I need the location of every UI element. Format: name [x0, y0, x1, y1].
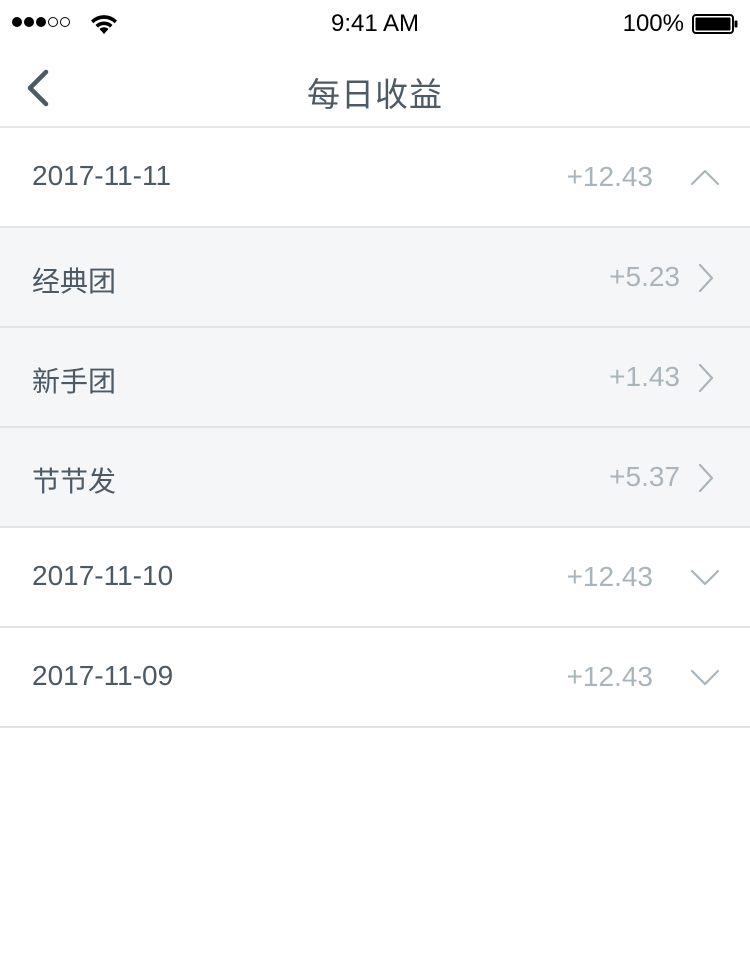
income-item-row[interactable]: 新手团 +1.43: [0, 328, 750, 428]
status-bar: 9:41 AM 100%: [0, 0, 750, 48]
item-amount: +5.37: [609, 461, 680, 492]
item-name: 新手团: [32, 366, 117, 397]
daily-amount: +12.43: [566, 561, 653, 592]
chevron-down-icon: [690, 669, 720, 686]
item-name: 经典团: [32, 266, 117, 297]
battery-percent: 100%: [622, 10, 684, 37]
income-item-row[interactable]: 节节发 +5.37: [0, 428, 750, 528]
date-row[interactable]: 2017-11-09 +12.43: [0, 628, 750, 728]
date-row[interactable]: 2017-11-11 +12.43: [0, 128, 750, 228]
chevron-right-icon: [698, 363, 714, 393]
battery-icon: [692, 14, 738, 34]
date-label: 2017-11-10: [32, 560, 174, 591]
daily-amount: +12.43: [566, 661, 653, 692]
chevron-up-icon: [690, 169, 720, 186]
income-item-row[interactable]: 经典团 +5.23: [0, 228, 750, 328]
item-amount: +1.43: [609, 361, 680, 392]
chevron-down-icon: [690, 569, 720, 586]
date-row[interactable]: 2017-11-10 +12.43: [0, 528, 750, 628]
date-label: 2017-11-11: [32, 160, 172, 191]
item-amount: +5.23: [609, 261, 680, 292]
item-name: 节节发: [32, 466, 117, 497]
chevron-right-icon: [698, 463, 714, 493]
date-label: 2017-11-09: [32, 660, 174, 691]
daily-amount: +12.43: [566, 161, 653, 192]
chevron-right-icon: [698, 263, 714, 293]
navigation-bar: 每日收益: [0, 48, 750, 128]
page-title: 每日收益: [307, 76, 443, 113]
